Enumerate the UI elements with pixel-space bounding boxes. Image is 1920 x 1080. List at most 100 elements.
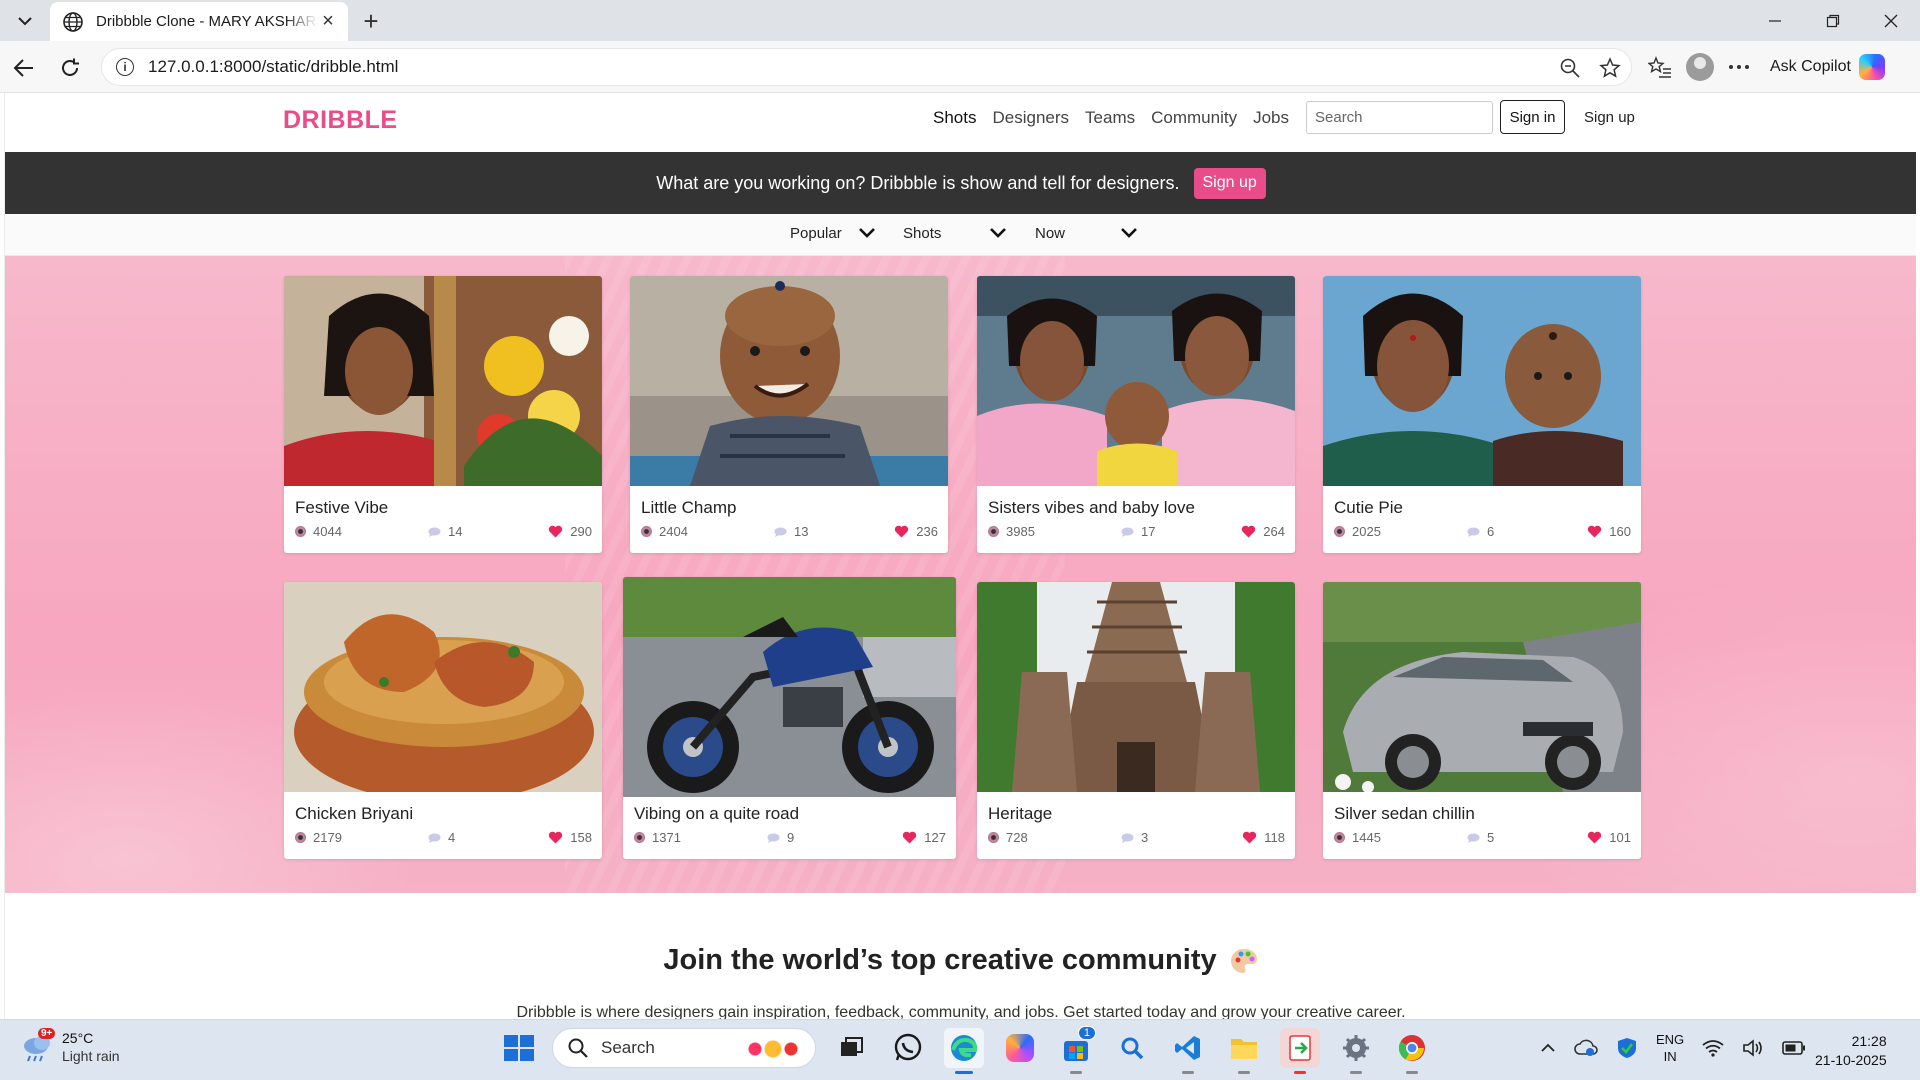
site-info-icon[interactable]: i	[116, 58, 134, 76]
likes-stat[interactable]: 264	[1241, 524, 1285, 539]
language-code: ENG	[1656, 1032, 1685, 1047]
sign-in-button[interactable]: Sign in	[1500, 100, 1565, 134]
filter-type-select[interactable]: Shots	[903, 225, 941, 242]
nav-designers[interactable]: Designers	[992, 108, 1069, 128]
windows-start-icon[interactable]	[498, 1029, 536, 1067]
shot-title[interactable]: Sisters vibes and baby love	[988, 498, 1195, 518]
more-options-icon[interactable]	[1728, 64, 1750, 70]
close-window-button[interactable]	[1862, 0, 1920, 41]
shot-title[interactable]: Cutie Pie	[1334, 498, 1403, 518]
shot-card[interactable]: Silver sedan chillin 1445 5 101	[1323, 582, 1641, 859]
views-stat: 1445	[1334, 830, 1414, 845]
zoom-icon[interactable]	[1559, 57, 1581, 79]
new-tab-button[interactable]: +	[356, 6, 386, 36]
palette-icon	[1230, 948, 1257, 973]
url-text: 127.0.0.1:8000/static/dribble.html	[148, 57, 399, 76]
nav-shots[interactable]: Shots	[933, 108, 976, 128]
microsoft-store-icon[interactable]: 1	[1056, 1026, 1096, 1074]
shot-title[interactable]: Heritage	[988, 804, 1052, 824]
git-app-icon[interactable]	[1280, 1028, 1320, 1074]
shot-card[interactable]: Vibing on a quite road 1371 9 127	[623, 577, 956, 859]
shot-title[interactable]: Festive Vibe	[295, 498, 388, 518]
views-icon	[1334, 832, 1345, 843]
taskbar-search[interactable]: Search	[552, 1028, 816, 1068]
task-view-icon[interactable]	[832, 1028, 872, 1068]
nav-teams[interactable]: Teams	[1085, 108, 1135, 128]
site-search-input[interactable]	[1306, 101, 1493, 134]
comments-count: 14	[448, 524, 463, 539]
ask-copilot-button[interactable]: Ask Copilot	[1764, 54, 1891, 80]
shot-card[interactable]: Sisters vibes and baby love 3985 17 264	[977, 276, 1295, 553]
vscode-icon[interactable]	[1168, 1028, 1208, 1074]
chevron-down-icon[interactable]	[1120, 227, 1138, 239]
copilot-app-icon[interactable]	[1000, 1028, 1040, 1068]
likes-stat[interactable]: 118	[1242, 830, 1285, 845]
back-button[interactable]	[8, 52, 40, 84]
shot-card[interactable]: Chicken Briyani 2179 4 158	[284, 582, 602, 859]
taskbar-apps: Search 1	[498, 1026, 1432, 1074]
shot-card[interactable]: Cutie Pie 2025 6 160	[1323, 276, 1641, 553]
likes-stat[interactable]: 160	[1587, 524, 1631, 539]
shot-title[interactable]: Vibing on a quite road	[634, 804, 799, 824]
tab-title: Dribbble Clone - MARY AKSHARA	[96, 13, 318, 30]
shot-card[interactable]: Little Champ 2404 13 236	[630, 276, 948, 553]
shot-title[interactable]: Chicken Briyani	[295, 804, 413, 824]
file-explorer-icon[interactable]	[1224, 1028, 1264, 1074]
chevron-up-icon[interactable]	[1540, 1043, 1556, 1053]
favorite-star-icon[interactable]	[1599, 57, 1621, 79]
windows-taskbar: 9+ 25°C Light rain Search 1 ENG IN 21:28…	[0, 1019, 1920, 1080]
language-indicator[interactable]: ENG IN	[1656, 1031, 1684, 1065]
close-tab-icon[interactable]: ×	[318, 10, 338, 32]
comments-stat: 5	[1467, 830, 1494, 845]
restore-button[interactable]	[1804, 0, 1862, 41]
likes-stat[interactable]: 236	[894, 524, 938, 539]
chrome-icon[interactable]	[1392, 1028, 1432, 1074]
likes-stat[interactable]: 101	[1587, 830, 1631, 845]
site-header: DRIBBLE Shots Designers Teams Community …	[5, 93, 1916, 152]
shot-card[interactable]: Festive Vibe 4044 14 290	[284, 276, 602, 553]
url-actions	[1559, 57, 1621, 79]
chevron-down-icon[interactable]	[989, 227, 1007, 239]
whatsapp-icon[interactable]	[888, 1028, 928, 1068]
minimize-button[interactable]	[1746, 0, 1804, 41]
site-logo[interactable]: DRIBBLE	[283, 106, 398, 135]
shot-title[interactable]: Silver sedan chillin	[1334, 804, 1475, 824]
heart-icon	[903, 831, 917, 844]
heart-icon	[895, 525, 909, 538]
sign-up-link[interactable]: Sign up	[1584, 109, 1635, 126]
shot-title[interactable]: Little Champ	[641, 498, 736, 518]
favorites-list-icon[interactable]	[1648, 56, 1672, 78]
security-shield-icon[interactable]	[1616, 1036, 1638, 1060]
views-count: 2179	[313, 830, 342, 845]
likes-stat[interactable]: 290	[548, 524, 592, 539]
nav-jobs[interactable]: Jobs	[1253, 108, 1289, 128]
likes-stat[interactable]: 158	[548, 830, 592, 845]
filter-time-select[interactable]: Now	[1035, 225, 1065, 242]
system-clock[interactable]: 21:28 21-10-2025	[1815, 1032, 1887, 1070]
chevron-down-icon[interactable]	[858, 227, 876, 239]
likes-count: 127	[924, 830, 946, 845]
shot-card[interactable]: Heritage 728 3 118	[977, 582, 1295, 859]
url-field[interactable]: i 127.0.0.1:8000/static/dribble.html	[101, 48, 1632, 86]
volume-icon[interactable]	[1742, 1039, 1764, 1057]
views-icon	[641, 526, 652, 537]
shot-stats: 1371 9 127	[634, 830, 946, 845]
wifi-icon[interactable]	[1702, 1039, 1724, 1057]
browser-tab[interactable]: Dribbble Clone - MARY AKSHARA ×	[50, 2, 348, 41]
likes-stat[interactable]: 127	[902, 830, 946, 845]
weather-widget[interactable]: 9+ 25°C Light rain	[20, 1028, 120, 1065]
tab-actions-menu[interactable]	[8, 6, 42, 36]
refresh-button[interactable]	[54, 52, 86, 84]
edge-browser-icon[interactable]	[944, 1028, 984, 1074]
profile-avatar[interactable]	[1686, 53, 1714, 81]
settings-gear-icon[interactable]	[1336, 1028, 1376, 1074]
battery-icon[interactable]	[1782, 1041, 1806, 1055]
comments-stat: 14	[428, 524, 462, 539]
banner-sign-up-button[interactable]: Sign up	[1193, 167, 1266, 199]
filter-sort-select[interactable]: Popular	[790, 225, 842, 242]
search-app-icon[interactable]	[1112, 1028, 1152, 1068]
comment-icon	[428, 833, 441, 843]
globe-icon	[63, 11, 83, 32]
nav-community[interactable]: Community	[1151, 108, 1237, 128]
cloud-sync-icon[interactable]	[1574, 1038, 1598, 1058]
